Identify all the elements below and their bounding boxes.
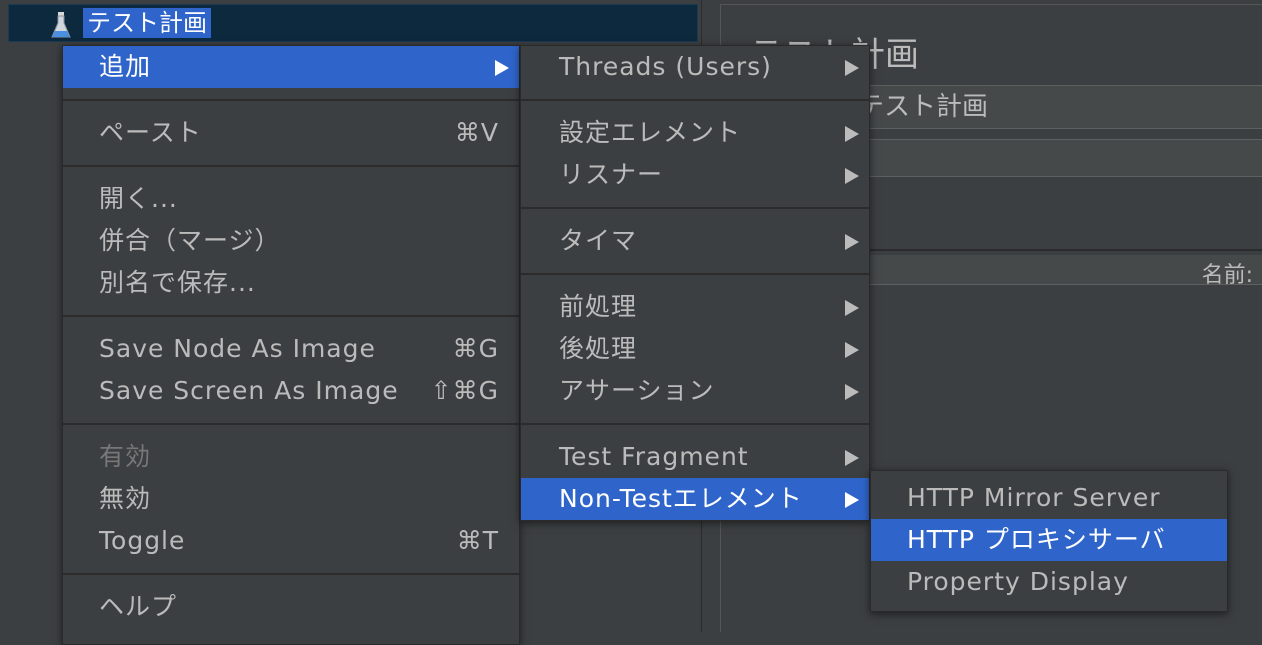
shortcut-label: ⌘G [452, 334, 499, 363]
submenu-arrow-icon [845, 126, 859, 142]
context-menu: 追加 ペースト ⌘V 開く... 併合（マージ） 別名で保存... Save N… [62, 45, 520, 645]
menu-item-threads[interactable]: Threads (Users) [521, 46, 869, 88]
menu-item-label: HTTP プロキシサーバ [907, 525, 1166, 554]
menu-item-label: 有効 [99, 442, 152, 471]
submenu-arrow-icon [495, 60, 509, 76]
menu-item-enable: 有効 [63, 436, 519, 478]
menu-item-label: 併合（マージ） [99, 226, 281, 255]
menu-item-toggle[interactable]: Toggle ⌘T [63, 520, 519, 562]
shortcut-label: ⌘V [454, 118, 499, 147]
menu-item-timer[interactable]: タイマ [521, 220, 869, 262]
menu-item-property-display[interactable]: Property Display [871, 561, 1227, 603]
menu-item-http-mirror-server[interactable]: HTTP Mirror Server [871, 477, 1227, 519]
menu-item-open[interactable]: 開く... [63, 178, 519, 220]
menu-item-label: 別名で保存... [99, 268, 256, 297]
test-plan-icon [49, 11, 73, 41]
menu-separator [63, 562, 519, 586]
shortcut-label: ⇧⌘G [430, 376, 499, 405]
menu-separator [63, 304, 519, 328]
name-field[interactable]: テスト計画 [851, 85, 1262, 129]
menu-item-label: HTTP Mirror Server [907, 483, 1161, 512]
menu-item-non-test-element[interactable]: Non-Testエレメント [521, 478, 869, 520]
submenu-arrow-icon [845, 342, 859, 358]
menu-separator [521, 196, 869, 220]
menu-item-assertion[interactable]: アサーション [521, 370, 869, 412]
menu-item-label: 後処理 [559, 334, 638, 363]
tree-node-label[interactable]: テスト計画 [83, 8, 211, 38]
menu-separator [63, 154, 519, 178]
submenu-arrow-icon [845, 492, 859, 508]
menu-separator [63, 412, 519, 436]
menu-item-label: Toggle [99, 526, 186, 555]
menu-item-label: 前処理 [559, 292, 638, 321]
name-column-header: 名前: [1201, 263, 1253, 288]
tree-node-test-plan[interactable]: テスト計画 [8, 4, 698, 42]
menu-item-listener[interactable]: リスナー [521, 154, 869, 196]
menu-item-test-fragment[interactable]: Test Fragment [521, 436, 869, 478]
menu-item-save-as[interactable]: 別名で保存... [63, 262, 519, 304]
menu-item-save-screen-image[interactable]: Save Screen As Image ⇧⌘G [63, 370, 519, 412]
menu-item-disable[interactable]: 無効 [63, 478, 519, 520]
menu-separator [63, 88, 519, 112]
menu-item-label: 無効 [99, 484, 152, 513]
submenu-arrow-icon [845, 300, 859, 316]
menu-item-help[interactable]: ヘルプ [63, 586, 519, 628]
submenu-arrow-icon [845, 168, 859, 184]
menu-item-label: 開く... [99, 184, 178, 213]
menu-item-config-element[interactable]: 設定エレメント [521, 112, 869, 154]
submenu-arrow-icon [845, 60, 859, 76]
menu-item-label: ヘルプ [99, 592, 178, 621]
menu-item-label: Non-Testエレメント [559, 484, 803, 513]
menu-item-label: リスナー [559, 160, 664, 189]
comment-field[interactable] [851, 139, 1262, 177]
menu-item-label: Save Node As Image [99, 334, 376, 363]
menu-item-pre-processor[interactable]: 前処理 [521, 286, 869, 328]
variables-table-header: 名前: [851, 255, 1262, 288]
submenu-arrow-icon [845, 450, 859, 466]
menu-item-label: Test Fragment [559, 442, 749, 471]
submenu-arrow-icon [845, 384, 859, 400]
non-test-element-submenu: HTTP Mirror Server HTTP プロキシサーバ Property… [870, 470, 1228, 612]
menu-separator [521, 412, 869, 436]
menu-item-merge[interactable]: 併合（マージ） [63, 220, 519, 262]
shortcut-label: ⌘T [456, 526, 499, 555]
menu-item-label: Save Screen As Image [99, 376, 399, 405]
menu-item-label: ペースト [99, 118, 202, 147]
menu-item-label: 設定エレメント [559, 118, 742, 147]
menu-item-label: Threads (Users) [559, 52, 772, 81]
menu-separator [521, 88, 869, 112]
submenu-arrow-icon [845, 234, 859, 250]
menu-item-paste[interactable]: ペースト ⌘V [63, 112, 519, 154]
menu-separator [521, 262, 869, 286]
add-submenu: Threads (Users) 設定エレメント リスナー タイマ 前処理 後処理… [520, 45, 870, 521]
menu-item-label: 追加 [99, 52, 152, 81]
menu-item-label: タイマ [559, 226, 638, 255]
menu-item-save-node-image[interactable]: Save Node As Image ⌘G [63, 328, 519, 370]
menu-item-http-proxy-server[interactable]: HTTP プロキシサーバ [871, 519, 1227, 561]
menu-item-label: アサーション [559, 376, 715, 405]
menu-item-label: Property Display [907, 567, 1129, 596]
menu-item-post-processor[interactable]: 後処理 [521, 328, 869, 370]
menu-item-add[interactable]: 追加 [63, 46, 519, 88]
